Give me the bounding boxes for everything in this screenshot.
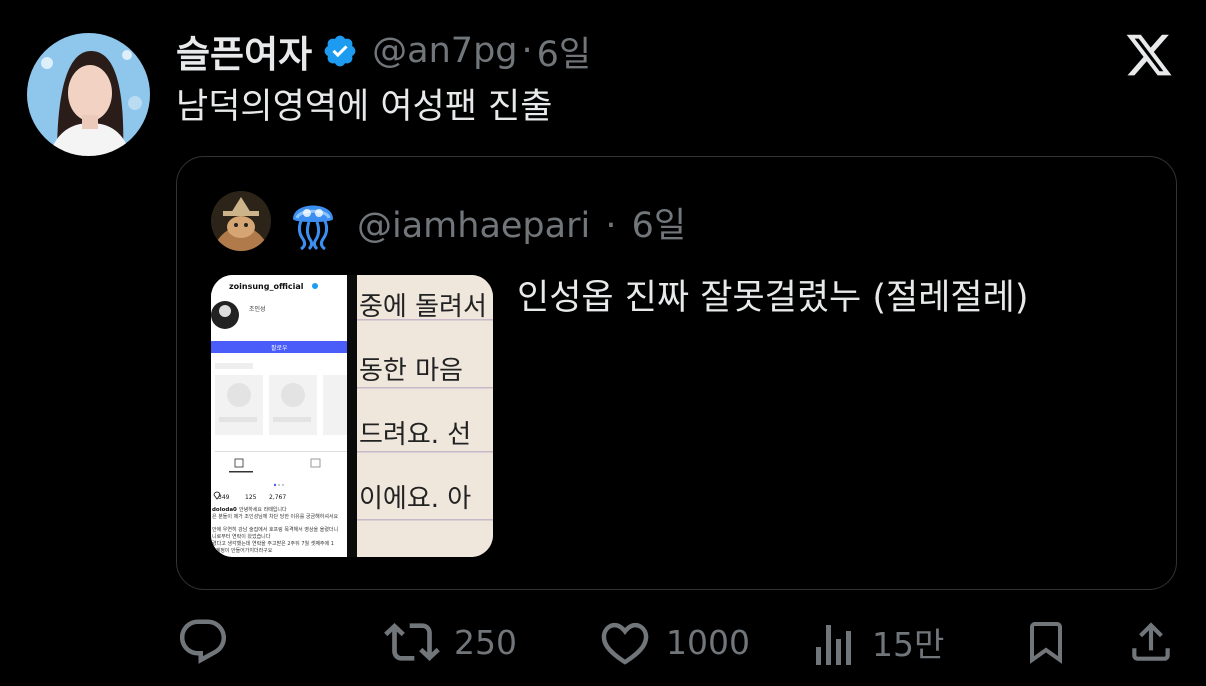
like-button[interactable]: 1000 — [598, 612, 750, 672]
screenshot-account-name: zoinsung_official — [229, 282, 304, 291]
quoted-tweet-meta: @iamhaepari · 6일 — [357, 197, 686, 248]
jellyfish-emoji-icon — [289, 191, 337, 251]
share-button[interactable] — [1126, 612, 1176, 672]
screenshot-body-line1: 안에 우연히 강남 술집에서 호프링 목격해서 영상을 올렸더니 — [212, 526, 338, 533]
reply-icon — [179, 619, 227, 664]
retweet-button[interactable]: 250 — [384, 612, 517, 672]
share-icon — [1132, 622, 1170, 661]
author-handle[interactable]: @an7pg — [372, 31, 517, 71]
quoted-tweet-timestamp[interactable]: 6일 — [632, 206, 686, 246]
quoted-author-handle[interactable]: @iamhaepari — [357, 206, 590, 246]
screenshot-likes: 349 — [218, 494, 230, 501]
screenshot-profile-name: 조인성 — [249, 305, 266, 313]
screenshot-caption-user: doloda0 — [212, 507, 237, 513]
quoted-tweet-text: 인성옵 진짜 잘못걸렸누 (절레절레) — [517, 278, 1029, 318]
quoted-tweet-card[interactable]: @iamhaepari · 6일 zoinsung_official 조인성 팔… — [176, 156, 1177, 590]
handwriting-line1: 중에 돌려서 — [359, 292, 487, 322]
screenshot-body-line2: 니로부터 연락이 왔었습니다 — [212, 533, 271, 540]
heart-icon — [601, 622, 649, 665]
handwriting-line4: 이에요. 아 — [359, 484, 471, 514]
x-logo-icon[interactable] — [1124, 30, 1174, 80]
retweet-count: 250 — [454, 622, 517, 662]
quoted-author-avatar[interactable] — [211, 191, 271, 251]
verified-badge-icon — [322, 33, 358, 69]
tweet-timestamp[interactable]: 6일 — [537, 26, 591, 77]
tweet-action-bar: 250 1000 15만 — [176, 612, 1176, 672]
tweet-header: 슬픈여자 @an7pg · 6일 — [176, 24, 591, 78]
retweet-icon — [384, 623, 440, 661]
screenshot-comments: 125 — [245, 494, 257, 501]
views-count: 15만 — [872, 625, 945, 664]
handwriting-line2: 동한 마음 — [359, 356, 463, 386]
separator-dot: · — [605, 206, 617, 246]
bookmark-button[interactable] — [1022, 612, 1070, 672]
screenshot-shares: 2,767 — [269, 494, 286, 501]
screenshot-caption-line2: 은 분들이 제가 조인성님께 차단 당한 이유를 궁금해하셔서요 — [212, 513, 339, 520]
quoted-media-thumbnail[interactable]: zoinsung_official 조인성 팔로우 349 125 2,767 … — [211, 275, 493, 557]
reply-button[interactable] — [176, 612, 230, 672]
bookmark-icon — [1030, 622, 1062, 664]
screenshot-body-line4: ! 계정이 안들어가지더라구요 — [212, 547, 273, 554]
handwriting-line3: 드려요. 선 — [359, 420, 471, 450]
screenshot-body-line3: 렸다고 생각했는데 연락을 주고받은 2주뒤 7월 셋째주에 1 — [212, 540, 334, 547]
views-icon — [816, 625, 851, 665]
author-avatar[interactable] — [27, 33, 150, 156]
author-display-name[interactable]: 슬픈여자 — [176, 24, 312, 78]
tweet-text: 남덕의영역에 여성팬 진출 — [176, 87, 553, 127]
like-count: 1000 — [666, 622, 750, 662]
screenshot-follow-button: 팔로우 — [271, 345, 288, 352]
screenshot-caption-line1: 안녕하세요 라떼입니다 — [239, 506, 287, 513]
separator-dot: · — [521, 31, 533, 71]
views-button[interactable]: 15만 — [812, 612, 944, 672]
